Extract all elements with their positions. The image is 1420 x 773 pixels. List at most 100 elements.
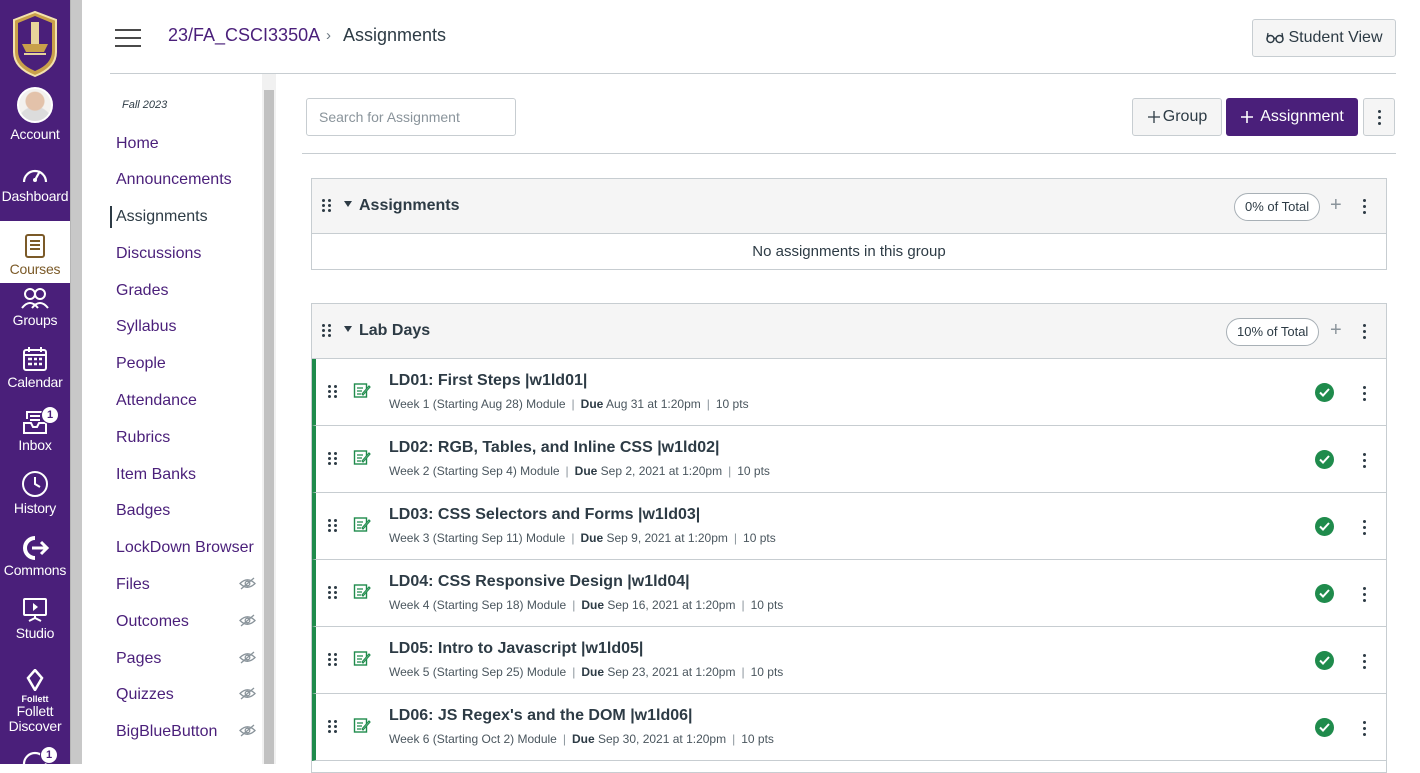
group-menu-kebab-icon[interactable]	[1359, 199, 1369, 214]
drag-handle-icon[interactable]	[328, 586, 337, 599]
assignment-module: Week 5 (Starting Sep 25) Module	[389, 665, 567, 679]
drag-handle-icon[interactable]	[328, 385, 337, 398]
course-nav-bigbluebutton[interactable]: BigBlueButton	[116, 721, 217, 743]
course-nav-outcomes[interactable]: Outcomes	[116, 611, 189, 633]
add-assignment-button[interactable]: Assignment	[1226, 98, 1358, 136]
published-check-icon[interactable]	[1315, 450, 1334, 469]
drag-handle-icon[interactable]	[328, 519, 337, 532]
drag-handle-icon[interactable]	[328, 720, 337, 733]
global-navigation: Account Dashboard Courses Groups Calenda…	[0, 0, 70, 764]
assignment-icon	[353, 651, 371, 666]
groups-icon	[21, 288, 49, 309]
course-nav-rubrics[interactable]: Rubrics	[116, 427, 170, 449]
published-check-icon[interactable]	[1315, 584, 1334, 603]
nav-history[interactable]: History	[0, 460, 70, 522]
header-divider	[110, 73, 1396, 74]
breadcrumb-current: Assignments	[343, 25, 447, 45]
course-nav-quizzes[interactable]: Quizzes	[116, 684, 174, 706]
nav-calendar[interactable]: Calendar	[0, 334, 70, 396]
global-nav-scrollbar[interactable]	[70, 0, 82, 764]
assignment-group-header[interactable]: Assignments 0% of Total +	[312, 179, 1386, 234]
drag-handle-icon[interactable]	[328, 452, 337, 465]
assignment-module: Week 2 (Starting Sep 4) Module	[389, 464, 560, 478]
assignment-points: 10 pts	[743, 531, 776, 545]
search-assignment-input[interactable]	[306, 98, 516, 136]
breadcrumb-separator: ›	[326, 27, 331, 44]
assignment-row[interactable]: LD04: CSS Responsive Design |w1ld04| Wee…	[312, 560, 1386, 627]
assignment-group-header[interactable]: Lab Days 10% of Total +	[312, 304, 1386, 359]
nav-inbox[interactable]: Inbox 1	[0, 397, 70, 459]
published-check-icon[interactable]	[1315, 651, 1334, 670]
nav-help[interactable]: 1	[0, 744, 70, 764]
assignment-menu-kebab-icon[interactable]	[1359, 587, 1369, 602]
drag-handle-icon[interactable]	[328, 653, 337, 666]
published-check-icon[interactable]	[1315, 718, 1334, 737]
assignment-row[interactable]: LD01: First Steps |w1ld01| Week 1 (Start…	[312, 359, 1386, 426]
nav-follett-discover[interactable]: Follett Follett Discover	[0, 660, 70, 740]
assignment-row[interactable]: LD03: CSS Selectors and Forms |w1ld03| W…	[312, 493, 1386, 560]
nav-studio[interactable]: Studio	[0, 585, 70, 647]
course-nav-discussions[interactable]: Discussions	[116, 243, 201, 265]
assignment-row[interactable]: LD06: JS Regex's and the DOM |w1ld06| We…	[312, 694, 1386, 761]
assignment-group: Lab Days 10% of Total + LD01: First Step…	[311, 303, 1387, 773]
hidden-eye-icon	[239, 614, 256, 627]
course-nav-grades[interactable]: Grades	[116, 280, 168, 302]
published-check-icon[interactable]	[1315, 517, 1334, 536]
drag-handle-icon[interactable]	[322, 199, 331, 212]
hidden-eye-icon	[239, 724, 256, 737]
course-nav-pages[interactable]: Pages	[116, 648, 161, 670]
group-weight-badge: 10% of Total	[1226, 318, 1320, 346]
collapse-caret-icon[interactable]	[344, 201, 352, 207]
course-nav-announcements[interactable]: Announcements	[116, 169, 232, 191]
due-label: Due	[574, 464, 598, 478]
plus-icon	[1147, 111, 1160, 123]
assignment-menu-kebab-icon[interactable]	[1359, 654, 1369, 669]
add-group-button[interactable]: Group	[1132, 98, 1222, 136]
group-menu-kebab-icon[interactable]	[1359, 324, 1369, 339]
nav-commons[interactable]: Commons	[0, 522, 70, 584]
assignment-icon	[353, 383, 371, 398]
avatar	[17, 87, 53, 123]
published-check-icon[interactable]	[1315, 383, 1334, 402]
assignment-points: 10 pts	[715, 397, 749, 411]
course-nav-attendance[interactable]: Attendance	[116, 390, 197, 412]
course-nav-people[interactable]: People	[116, 353, 166, 375]
course-nav-files[interactable]: Files	[116, 574, 150, 596]
assignment-title-link[interactable]: LD05: Intro to Javascript |w1ld05|	[389, 640, 643, 658]
assignment-title-link[interactable]: LD02: RGB, Tables, and Inline CSS |w1ld0…	[389, 439, 720, 457]
nav-groups[interactable]: Groups	[0, 272, 70, 334]
breadcrumb-course[interactable]: 23/FA_CSCI3350A	[168, 25, 320, 46]
assignment-due-date: Sep 2, 2021 at 1:20pm	[600, 464, 723, 478]
nav-account[interactable]: Account	[0, 86, 70, 148]
assignment-title-link[interactable]: LD01: First Steps |w1ld01|	[389, 372, 587, 390]
assignment-menu-kebab-icon[interactable]	[1359, 453, 1369, 468]
course-nav-syllabus[interactable]: Syllabus	[116, 316, 176, 338]
course-nav-badges[interactable]: Badges	[116, 500, 170, 522]
course-nav-scrollbar[interactable]	[262, 74, 276, 764]
nav-dashboard[interactable]: Dashboard	[0, 148, 70, 210]
scrollbar-thumb[interactable]	[264, 90, 274, 764]
group-title: Assignments	[359, 197, 460, 214]
assignment-menu-kebab-icon[interactable]	[1359, 386, 1369, 401]
drag-handle-icon[interactable]	[322, 324, 331, 337]
assignment-module: Week 6 (Starting Oct 2) Module	[389, 732, 557, 746]
university-logo[interactable]	[10, 8, 60, 78]
assignment-menu-kebab-icon[interactable]	[1359, 721, 1369, 736]
student-view-button[interactable]: Student View	[1252, 19, 1396, 57]
course-nav-item-banks[interactable]: Item Banks	[116, 464, 196, 486]
assignments-settings-menu[interactable]	[1363, 98, 1395, 136]
assignment-row[interactable]: LD02: RGB, Tables, and Inline CSS |w1ld0…	[312, 426, 1386, 493]
assignment-menu-kebab-icon[interactable]	[1359, 520, 1369, 535]
assignment-title-link[interactable]: LD06: JS Regex's and the DOM |w1ld06|	[389, 707, 693, 725]
assignment-title-link[interactable]: LD03: CSS Selectors and Forms |w1ld03|	[389, 506, 700, 524]
due-label: Due	[581, 665, 605, 679]
assignment-title-link[interactable]: LD04: CSS Responsive Design |w1ld04|	[389, 573, 690, 591]
course-nav-home[interactable]: Home	[116, 133, 159, 155]
course-menu-toggle[interactable]	[115, 29, 141, 47]
add-to-group-icon[interactable]: +	[1330, 319, 1342, 341]
collapse-caret-icon[interactable]	[344, 326, 352, 332]
assignment-row[interactable]: LD05: Intro to Javascript |w1ld05| Week …	[312, 627, 1386, 694]
course-nav-assignments[interactable]: Assignments	[110, 206, 208, 228]
course-nav-lockdown-browser[interactable]: LockDown Browser	[116, 537, 254, 559]
add-to-group-icon[interactable]: +	[1330, 194, 1342, 216]
